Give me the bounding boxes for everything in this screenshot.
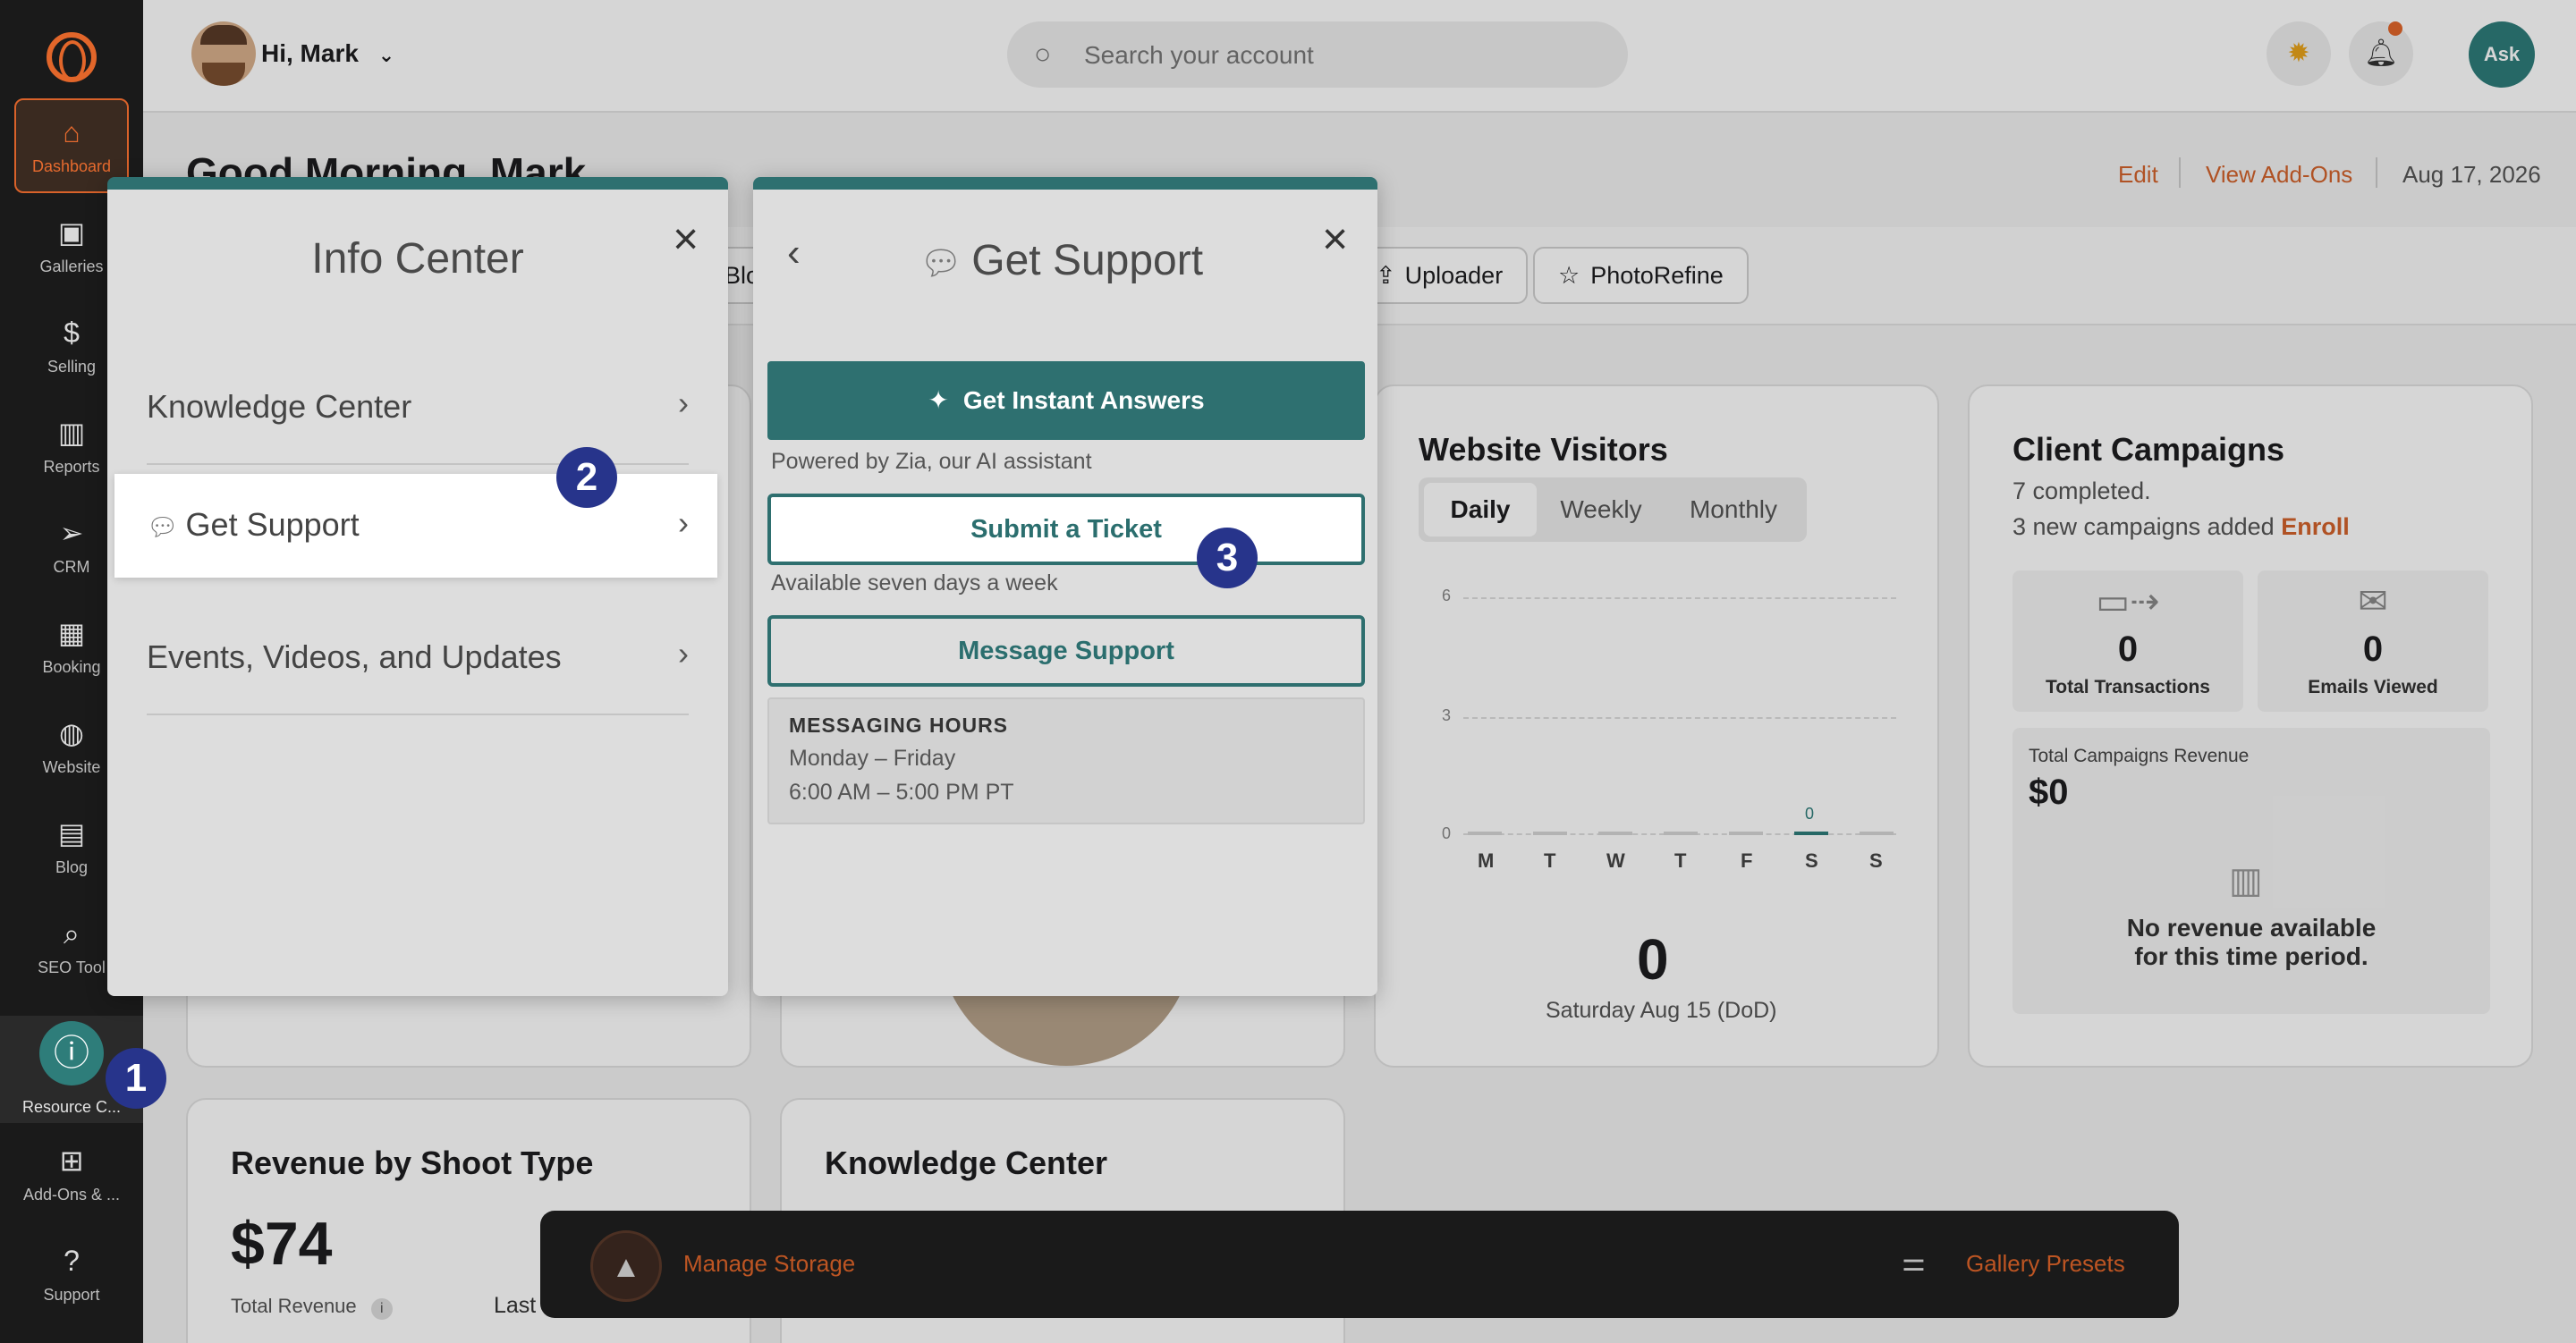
sidebar-item-label: Booking [42,658,101,676]
image-icon: ▣ [57,216,86,249]
sidebar-item-label: CRM [53,558,90,576]
panel-title-text: Get Support [971,237,1204,284]
dollar-icon: $ [64,317,80,349]
globe-icon: ◍ [59,717,84,749]
step-badge-2: 2 [556,447,617,508]
menu-item-knowledge-center[interactable]: Knowledge Center › [147,351,689,465]
sidebar-item-label: Dashboard [31,157,112,175]
send-icon: ➢ [59,517,84,549]
calendar-icon: ▦ [57,617,86,649]
sidebar-item-label: Blog [55,858,89,876]
menu-item-get-support[interactable]: 💬︎ Get Support › [114,474,717,578]
close-icon[interactable]: × [673,216,699,261]
close-icon[interactable]: × [1322,216,1348,261]
sidebar-item-label: Add-Ons & ... [22,1186,121,1204]
sidebar-item-label: Galleries [39,258,104,275]
menu-item-label: 💬︎ Get Support [147,506,360,544]
chevron-right-icon: › [678,384,689,421]
back-chevron-icon[interactable]: ‹ [787,231,801,275]
sidebar-item-addons[interactable]: ⊞ Add-Ons & ... [0,1128,143,1223]
home-icon: ⌂ [63,116,80,148]
sidebar-item-label: Website [42,758,101,776]
sparkle-icon: ✦ [928,386,949,414]
message-support-button[interactable]: Message Support [767,615,1365,687]
chat-bubble-icon: 💬︎ [147,513,179,541]
button-label: Get Instant Answers [962,386,1205,414]
bar-chart-icon: ▥ [57,417,86,449]
menu-item-events-videos-updates[interactable]: Events, Videos, and Updates › [147,601,689,715]
panel-title: 💬︎ Get Support [919,236,1203,285]
step-badge-3: 3 [1197,528,1258,588]
chevron-right-icon: › [678,635,689,672]
sidebar-item-support[interactable]: ? Support [0,1229,143,1323]
add-grid-icon: ⊞ [59,1145,84,1177]
step-badge-1: 1 [106,1048,166,1109]
availability-note: Available seven days a week [771,570,1058,595]
chevron-right-icon: › [678,504,689,541]
sidebar-item-label: SEO Tool [38,959,106,976]
sidebar-item-label: Selling [47,358,97,376]
hours-title: MESSAGING HOURS [789,714,1009,737]
info-center-panel: Info Center × Knowledge Center › Events,… [107,177,728,996]
powered-by-note: Powered by Zia, our AI assistant [771,449,1092,474]
hours-time: 6:00 AM – 5:00 PM PT [789,780,1014,805]
menu-item-label: Events, Videos, and Updates [147,638,562,675]
get-instant-answers-button[interactable]: ✦ Get Instant Answers [767,361,1365,440]
menu-item-text: Get Support [185,506,360,543]
info-search-icon: ⓘ [39,1021,104,1085]
chat-bubble-icon: 💬︎ [919,245,963,283]
seo-icon: ⌕ [64,917,80,950]
panel-title: Info Center [311,235,524,283]
sidebar-item-label: Support [43,1286,100,1304]
help-icon: ? [64,1245,80,1277]
menu-item-label: Knowledge Center [147,388,412,425]
document-icon: ▤ [57,817,86,849]
hours-days: Monday – Friday [789,746,956,771]
messaging-hours-box: MESSAGING HOURS Monday – Friday 6:00 AM … [767,697,1365,824]
sidebar-item-label: Reports [43,458,100,476]
submit-ticket-button[interactable]: Submit a Ticket [767,494,1365,565]
brand-logo[interactable] [47,32,97,82]
